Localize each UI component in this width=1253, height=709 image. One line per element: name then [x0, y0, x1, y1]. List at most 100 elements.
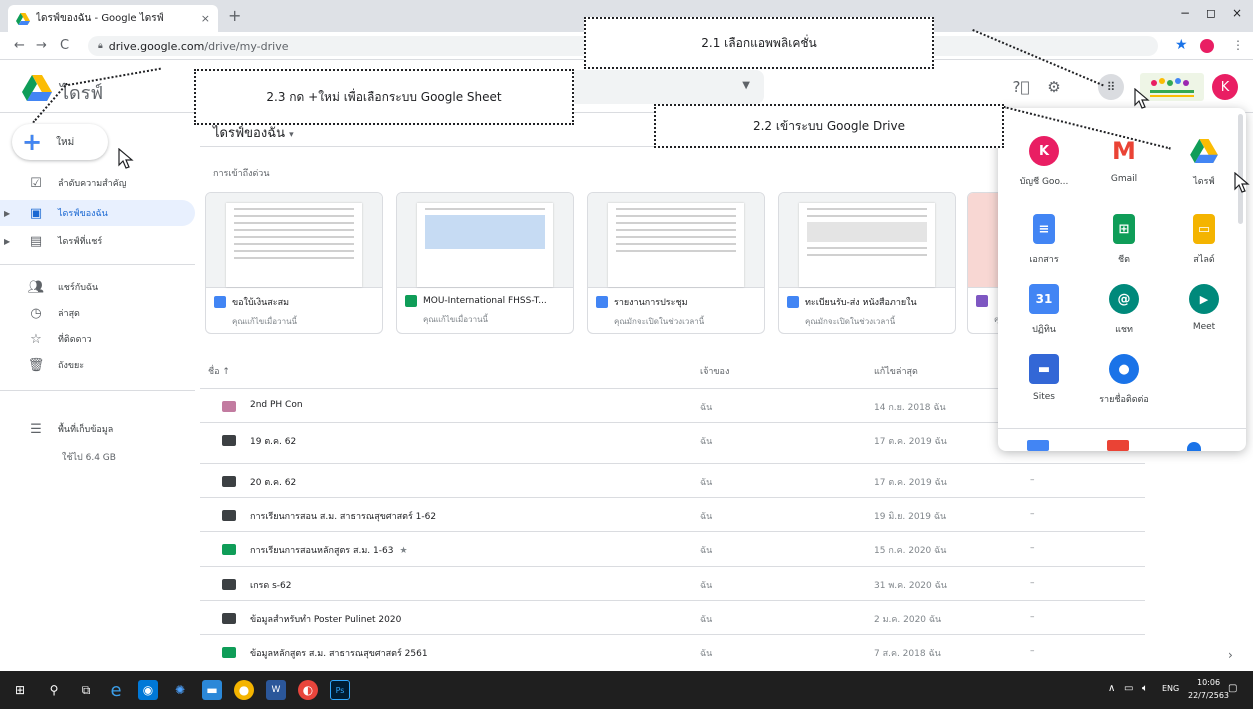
- meet-icon: ▶: [1189, 284, 1219, 314]
- sidebar-item-storage[interactable]: ☰ พื้นที่เก็บข้อมูล: [0, 416, 195, 442]
- browser-tab[interactable]: ไดรฟ์ของฉัน - Google ไดรฟ์ ×: [8, 5, 218, 32]
- app-name: รายชื่อติดต่อ: [1099, 395, 1149, 405]
- table-row[interactable]: 20 ต.ค. 62 ฉัน 17 ต.ค. 2019 ฉัน –: [200, 463, 1145, 497]
- file-owner: ฉัน: [700, 649, 713, 659]
- app-calendar[interactable]: 31 ปฏิทิน: [1004, 278, 1084, 348]
- apps-grid-icon[interactable]: ⠿: [1098, 74, 1124, 100]
- chevron-down-icon[interactable]: ▾: [289, 130, 294, 140]
- mouse-pointer-icon: [118, 148, 134, 169]
- sidebar-item-trash[interactable]: 🗑︎ ถังขยะ: [0, 352, 195, 378]
- folder-icon: [222, 401, 236, 412]
- restore-button[interactable]: ◻: [1206, 6, 1216, 20]
- folder-icon: [222, 613, 236, 624]
- help-icon[interactable]: ?⃝: [1010, 76, 1032, 98]
- sidebar-item-my-drive[interactable]: ▶ ▣ ไดรฟ์ของฉัน: [0, 200, 195, 226]
- app-chat[interactable]: @ แชท: [1084, 278, 1164, 348]
- new-button[interactable]: + ใหม่: [12, 124, 108, 160]
- app-gmail[interactable]: M Gmail: [1084, 130, 1164, 200]
- minimize-button[interactable]: −: [1180, 6, 1190, 20]
- expand-arrow-icon[interactable]: ▶: [0, 237, 16, 246]
- tray-overflow-icon[interactable]: ∧: [1108, 683, 1115, 694]
- card-name: MOU-International FHSS-T...: [423, 296, 547, 306]
- app-sites[interactable]: ▬ Sites: [1004, 348, 1084, 418]
- sidebar-item-label: พื้นที่เก็บข้อมูล: [58, 425, 114, 435]
- app-partial-icon[interactable]: [1107, 440, 1129, 451]
- language-indicator[interactable]: ENG: [1162, 684, 1179, 693]
- sidebar-item-starred[interactable]: ☆ ที่ติดดาว: [0, 326, 195, 352]
- app-partial-icon[interactable]: [1187, 442, 1201, 451]
- column-header-modified[interactable]: แก้ไขล่าสุด: [874, 364, 918, 378]
- quick-access-card[interactable]: ทะเบียนรับ-ส่ง หนังสือภายใน คุณมักจะเปิด…: [778, 192, 956, 334]
- column-header-name[interactable]: ชื่อ ↑: [208, 364, 230, 378]
- tab-close-icon[interactable]: ×: [201, 12, 210, 25]
- folder-icon: [222, 510, 236, 521]
- close-window-button[interactable]: ×: [1232, 6, 1242, 20]
- app-icon[interactable]: ◐: [298, 680, 318, 700]
- page-title[interactable]: ไดรฟ์ของฉัน ▾: [213, 122, 294, 143]
- file-name: ข้อมูลสำหรับทำ Poster Pulinet 2020: [250, 615, 402, 625]
- sidebar-item-priority[interactable]: ☑ ลำดับความสำคัญ: [0, 170, 195, 196]
- bookmark-star-icon[interactable]: ★: [1175, 37, 1188, 53]
- app-account[interactable]: K บัญชี Goo...: [1004, 130, 1084, 200]
- edge-browser-icon[interactable]: e: [106, 680, 126, 701]
- browser-profile-avatar[interactable]: [1200, 39, 1214, 53]
- app-slides[interactable]: ▭ สไลด์: [1164, 208, 1244, 278]
- sidebar-item-shared-drives[interactable]: ▶ ▤ ไดรฟ์ที่แชร์: [0, 228, 195, 254]
- expand-arrow-icon[interactable]: ▶: [0, 209, 16, 218]
- storage-quota: ใช้ไป 6.4 GB: [62, 453, 116, 463]
- quick-access-card[interactable]: MOU-International FHSS-T... คุณแก้ไขเมื่…: [396, 192, 574, 334]
- app-contacts[interactable]: ● รายชื่อติดต่อ: [1084, 348, 1164, 418]
- gear-icon[interactable]: ⚙: [1043, 76, 1065, 98]
- forward-arrow-icon[interactable]: →: [36, 38, 47, 53]
- windows-start-icon[interactable]: ⊞: [10, 680, 30, 700]
- search-icon[interactable]: ⚲: [44, 680, 64, 700]
- chevron-right-icon[interactable]: ›: [1228, 648, 1233, 662]
- app-docs[interactable]: ≡ เอกสาร: [1004, 208, 1084, 278]
- browser-menu-icon[interactable]: ⋮: [1232, 38, 1244, 52]
- table-row[interactable]: เกรด s-62 ฉัน 31 พ.ค. 2020 ฉัน –: [200, 566, 1145, 600]
- store-icon[interactable]: ◉: [138, 680, 158, 700]
- app-drive[interactable]: ไดรฟ์: [1164, 130, 1244, 200]
- taskbar-clock[interactable]: 10:06 22/7/2563: [1188, 676, 1229, 702]
- sheets-file-icon: [405, 295, 417, 307]
- card-subtitle: คุณมักจะเปิดในช่วงเวลานี้: [805, 317, 896, 326]
- app-name: สไลด์: [1193, 255, 1215, 265]
- app-sheets[interactable]: ⊞ ชีต: [1084, 208, 1164, 278]
- file-explorer-icon[interactable]: ▬: [202, 680, 222, 700]
- quick-access-card[interactable]: รายงานการประชุม คุณมักจะเปิดในช่วงเวลานี…: [587, 192, 765, 334]
- avatar[interactable]: K: [1212, 74, 1238, 100]
- starred-icon: ★: [399, 546, 408, 556]
- card-name: ทะเบียนรับ-ส่ง หนังสือภายใน: [805, 298, 917, 308]
- file-size: –: [1030, 578, 1035, 588]
- app-meet[interactable]: ▶ Meet: [1164, 278, 1244, 348]
- app-partial-icon[interactable]: [1027, 440, 1049, 451]
- volume-icon[interactable]: 🔈︎: [1142, 683, 1148, 694]
- search-options-icon[interactable]: ▼: [742, 80, 750, 91]
- word-icon[interactable]: W: [266, 680, 286, 700]
- drive-logo-icon[interactable]: [22, 75, 52, 101]
- sidebar-item-recent[interactable]: ◷ ล่าสุด: [0, 300, 195, 326]
- network-icon[interactable]: ▭: [1124, 683, 1133, 694]
- table-row[interactable]: ข้อมูลหลักสูตร ส.ม. สาธารณสุขศาสตร์ 2561…: [200, 634, 1145, 671]
- table-row[interactable]: การเรียนการสอน ส.ม. สาธารณสุขศาสตร์ 1-62…: [200, 497, 1145, 531]
- new-tab-button[interactable]: +: [228, 6, 241, 25]
- file-modified: 2 ม.ค. 2020 ฉัน: [874, 615, 942, 625]
- apps-panel-scrollbar[interactable]: [1238, 114, 1243, 224]
- file-name: เกรด s-62: [250, 581, 292, 591]
- quick-access-card[interactable]: ขอใบ้เงินสะสม คุณแก้ไขเมื่อวานนี้: [205, 192, 383, 334]
- app-icon[interactable]: ✺: [170, 680, 190, 700]
- column-header-owner[interactable]: เจ้าของ: [700, 364, 729, 378]
- chrome-icon[interactable]: ●: [234, 680, 254, 700]
- drive-icon: [1189, 136, 1219, 166]
- callout-2-1: 2.1 เลือกแอพพลิเคชั่น: [584, 17, 934, 69]
- back-arrow-icon[interactable]: ←: [14, 38, 25, 53]
- callout-2-2: 2.2 เข้าระบบ Google Drive: [654, 104, 1004, 148]
- table-row[interactable]: การเรียนการสอนหลักสูตร ส.ม. 1-63 ★ ฉัน 15…: [200, 531, 1145, 565]
- reload-icon[interactable]: C: [60, 38, 69, 53]
- sidebar-item-shared-with-me[interactable]: 👥︎ แชร์กับฉัน: [0, 274, 195, 300]
- task-view-icon[interactable]: ⧉: [76, 680, 96, 700]
- notification-icon[interactable]: ▢: [1228, 683, 1237, 694]
- forms-file-icon: [976, 295, 988, 307]
- photoshop-icon[interactable]: Ps: [330, 680, 350, 700]
- table-row[interactable]: ข้อมูลสำหรับทำ Poster Pulinet 2020 ฉัน 2…: [200, 600, 1145, 634]
